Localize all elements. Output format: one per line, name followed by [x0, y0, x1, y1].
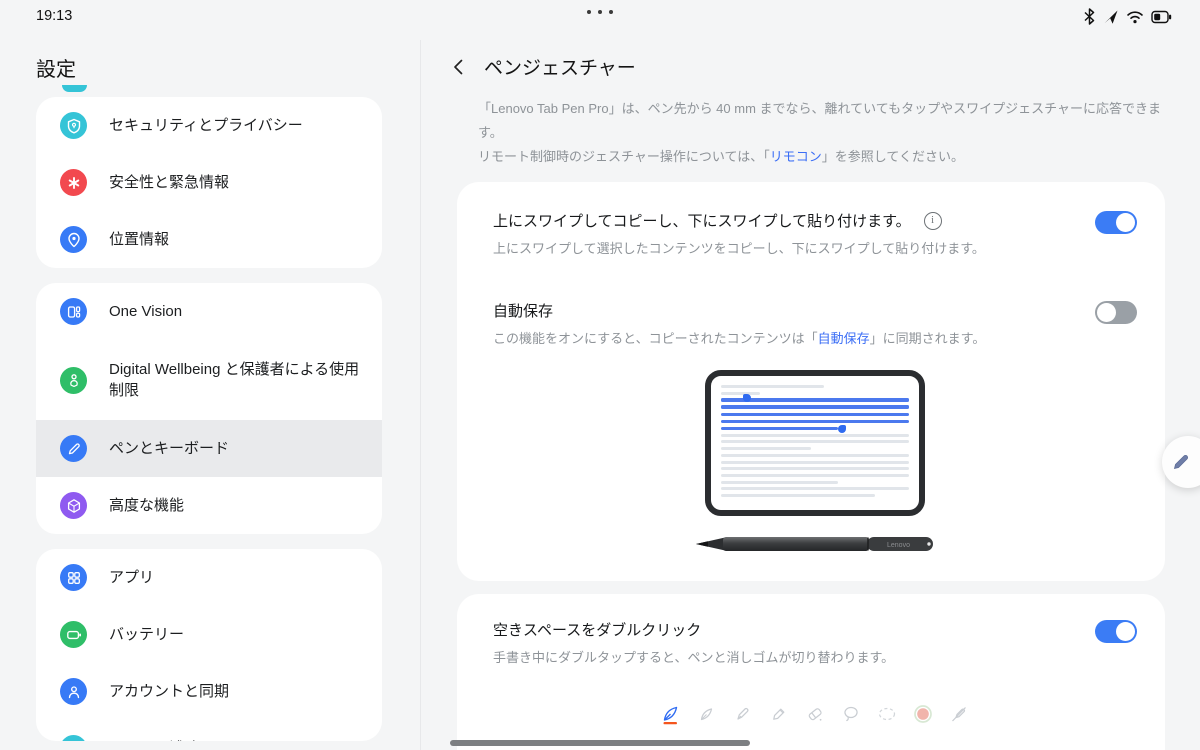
battery-icon: [1151, 10, 1172, 29]
one-vision-icon: [60, 298, 87, 325]
emergency-asterisk-icon: [60, 169, 87, 196]
status-bar: 19:13: [0, 0, 1200, 40]
pencil-tool-icon: [768, 703, 790, 725]
swipe-copy-title: 上にスワイプしてコピーし、下にスワイプして貼り付けます。: [493, 210, 911, 231]
tablet-screen: [705, 370, 925, 516]
floating-pen-icon: [1170, 451, 1192, 473]
double-click-title: 空きスペースをダブルクリック: [493, 619, 701, 640]
gesture-navigation-bar[interactable]: [450, 740, 750, 746]
apps-grid-icon: [60, 564, 87, 591]
window-drag-handle[interactable]: [0, 10, 1200, 14]
pen-brand-label: Lenovo: [887, 542, 910, 549]
sidebar-item-digital-wellbeing[interactable]: Digital Wellbeing と保護者による使用制限: [36, 340, 382, 420]
swipe-copy-toggle[interactable]: [1095, 211, 1137, 234]
panel-title: ペンジェスチャー: [484, 53, 636, 80]
auto-save-link[interactable]: 自動保存: [818, 331, 870, 346]
remote-control-link[interactable]: リモコン: [770, 149, 822, 164]
system-status-icons: [1083, 8, 1172, 30]
wellbeing-icon: [60, 367, 87, 394]
sidebar-item-label: アプリ: [109, 567, 154, 588]
sidebar-item-label: One Vision: [109, 301, 182, 322]
stylus-illustration: Lenovo: [493, 533, 1137, 555]
sidebar-item-label: Digital Wellbeing と保護者による使用制限: [109, 359, 368, 401]
auto-save-toggle[interactable]: [1095, 301, 1137, 324]
lasso-icon: [840, 703, 862, 725]
settings-sidebar: 設定 セキュリティとプライバシー 安全性と緊急情報 位置情報 One: [0, 40, 420, 750]
color-swatch-icon: [912, 703, 934, 725]
tablet-illustration: [705, 370, 925, 516]
location-pin-icon: [60, 226, 87, 253]
double-click-row: 空きスペースをダブルクリック 手書き中にダブルタップすると、ペンと消しゴムが切り…: [493, 619, 1137, 667]
ballpoint-pen-icon: [732, 703, 754, 725]
sidebar-item-label: バッテリー: [109, 624, 184, 645]
sidebar-item-accessibility[interactable]: ユーザー補助: [36, 720, 382, 741]
panel-description: 「Lenovo Tab Pen Pro」は、ペン先から 40 mm までなら、離…: [478, 97, 1170, 169]
auto-save-title: 自動保存: [493, 300, 553, 321]
accessibility-icon: [60, 735, 87, 741]
sidebar-item-label: 高度な機能: [109, 495, 184, 516]
sidebar-group-privacy: セキュリティとプライバシー 安全性と緊急情報 位置情報: [36, 97, 382, 268]
battery-green-icon: [60, 621, 87, 648]
shape-ellipse-icon: [876, 703, 898, 725]
pen-toolbar-illustration: [493, 703, 1137, 725]
back-button[interactable]: [449, 57, 469, 77]
double-click-toggle[interactable]: [1095, 620, 1137, 643]
document-lines: [721, 385, 909, 497]
fountain-pen-icon: [696, 703, 718, 725]
swipe-copy-card: 上にスワイプしてコピーし、下にスワイプして貼り付けます。 i 上にスワイプして選…: [457, 182, 1165, 581]
eraser-icon: [804, 703, 826, 725]
bluetooth-icon: [1083, 8, 1096, 30]
double-click-subtitle: 手書き中にダブルタップすると、ペンと消しゴムが切り替わります。: [493, 649, 894, 667]
sidebar-item-label: アカウントと同期: [109, 681, 229, 702]
sidebar-item-security-privacy[interactable]: セキュリティとプライバシー: [36, 97, 382, 154]
location-icon: [1103, 9, 1119, 30]
person-icon: [60, 678, 87, 705]
selection-handle-end: [838, 425, 846, 433]
sidebar-item-label: ユーザー補助: [109, 738, 199, 741]
sidebar-item-one-vision[interactable]: One Vision: [36, 283, 382, 340]
wifi-icon: [1126, 9, 1144, 29]
cube-icon: [60, 492, 87, 519]
sidebar-item-location[interactable]: 位置情報: [36, 211, 382, 268]
shield-lock-icon: [60, 112, 87, 139]
sidebar-item-advanced-features[interactable]: 高度な機能: [36, 477, 382, 534]
sidebar-item-label: 位置情報: [109, 229, 169, 250]
sidebar-item-pen-keyboard[interactable]: ペンとキーボード: [36, 420, 382, 477]
sidebar-item-label: ペンとキーボード: [109, 438, 229, 459]
scrolled-item-sliver: [62, 85, 87, 92]
sidebar-item-battery[interactable]: バッテリー: [36, 606, 382, 663]
swipe-copy-row: 上にスワイプしてコピーし、下にスワイプして貼り付けます。 i 上にスワイプして選…: [493, 210, 1137, 258]
pencil-icon: [60, 435, 87, 462]
pen-gestures-panel: ペンジェスチャー 「Lenovo Tab Pen Pro」は、ペン先から 40 …: [421, 40, 1200, 750]
auto-save-row: 自動保存 この機能をオンにすると、コピーされたコンテンツは「自動保存」に同期され…: [493, 300, 1137, 348]
sidebar-item-safety-emergency[interactable]: 安全性と緊急情報: [36, 154, 382, 211]
sidebar-group-apps: アプリ バッテリー アカウントと同期 ユーザー補助: [36, 549, 382, 741]
sidebar-item-label: 安全性と緊急情報: [109, 172, 229, 193]
double-click-card: 空きスペースをダブルクリック 手書き中にダブルタップすると、ペンと消しゴムが切り…: [457, 594, 1165, 750]
sidebar-group-system: One Vision Digital Wellbeing と保護者による使用制限…: [36, 283, 382, 534]
pen-disabled-icon: [948, 703, 970, 725]
page-title: 設定: [36, 53, 420, 82]
info-icon[interactable]: i: [924, 212, 942, 230]
swipe-copy-subtitle: 上にスワイプして選択したコンテンツをコピーし、下にスワイプして貼り付けます。: [493, 240, 985, 258]
sidebar-item-accounts-sync[interactable]: アカウントと同期: [36, 663, 382, 720]
active-pen-icon: [660, 703, 682, 725]
sidebar-item-label: セキュリティとプライバシー: [109, 115, 303, 136]
sidebar-item-apps[interactable]: アプリ: [36, 549, 382, 606]
